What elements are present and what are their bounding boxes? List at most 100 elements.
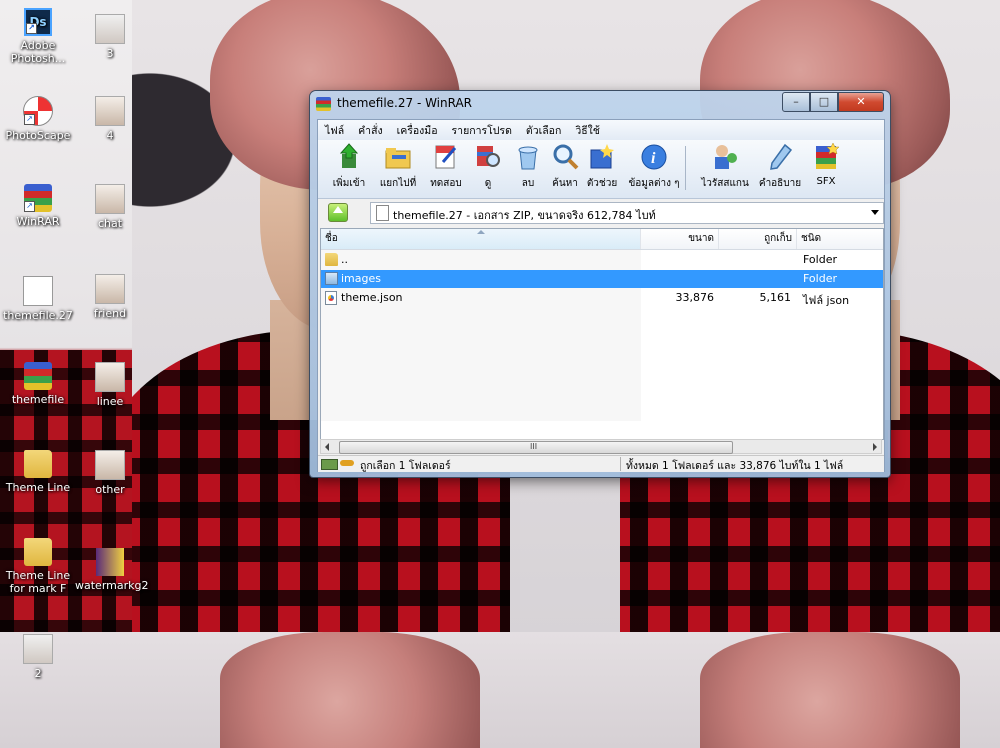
toolbar-label: ไวรัสสแกน: [701, 178, 749, 189]
desktop-icon-label: friend: [93, 307, 127, 320]
horizontal-scrollbar[interactable]: III: [320, 439, 882, 454]
winrar-icon: ↗: [24, 184, 52, 212]
toolbar-delete-button[interactable]: ลบ: [510, 142, 546, 191]
toolbar-label: ดู: [484, 178, 492, 189]
key-icon[interactable]: [340, 460, 354, 466]
menu-commands[interactable]: คำสั่ง: [351, 122, 389, 139]
desktop-icon-label: other: [95, 483, 125, 496]
file-type: Folder: [803, 272, 837, 285]
desktop-icon-2[interactable]: 2: [3, 634, 73, 680]
photoshop-icon: Ds ↗: [24, 8, 52, 36]
extract-to-icon: [383, 142, 413, 172]
desktop-icon-chat[interactable]: chat: [75, 184, 145, 230]
archive-path-dropdown[interactable]: themefile.27 - เอกสาร ZIP, ขนาดจริง 612,…: [370, 202, 884, 224]
column-header-packed[interactable]: ถูกเก็บ: [719, 229, 797, 249]
toolbar-wizard-button[interactable]: ตัวช่วย: [584, 142, 620, 191]
desktop-icon-label: WinRAR: [16, 215, 60, 228]
desktop-icon-theme-line[interactable]: Theme Line: [3, 450, 73, 494]
minimize-button[interactable]: –: [782, 92, 810, 112]
menu-options[interactable]: ตัวเลือก: [519, 122, 568, 139]
toolbar-find-button[interactable]: ค้นหา: [548, 142, 582, 191]
toolbar-separator: [685, 146, 686, 190]
desktop-icon-label: PhotoScape: [5, 129, 71, 142]
desktop-icon-themefile27[interactable]: themefile.27: [3, 276, 73, 322]
up-folder-button[interactable]: [328, 203, 348, 222]
column-header-type[interactable]: ชนิด: [797, 229, 883, 249]
window-client-area: ไฟล์ คำสั่ง เครื่องมือ รายการโปรด ตัวเลื…: [317, 119, 885, 472]
maximize-button[interactable]: □: [810, 92, 838, 112]
desktop-icon-label: watermarkg2: [75, 579, 149, 592]
image-file-icon: [95, 14, 125, 44]
file-row-images[interactable]: images Folder: [321, 270, 883, 288]
desktop-icon-theme-line-for-mark[interactable]: Theme Line for mark F: [3, 538, 73, 595]
desktop-icon-3[interactable]: 3: [75, 14, 145, 60]
scroll-left-icon[interactable]: [325, 443, 329, 451]
sfx-icon: [811, 142, 841, 172]
desktop-icon-other[interactable]: other: [75, 450, 145, 496]
toolbar-sfx-button[interactable]: SFX: [808, 142, 844, 187]
menu-favorites[interactable]: รายการโปรด: [445, 122, 519, 139]
file-name: ..: [341, 253, 348, 266]
info-icon: i: [639, 142, 669, 172]
image-file-icon: [96, 548, 124, 576]
desktop-icon-watermarkg2[interactable]: watermarkg2: [75, 548, 149, 592]
title-bar[interactable]: themefile.27 - WinRAR – □ ✕: [310, 91, 890, 117]
toolbar-extract-button[interactable]: แยกไปที่: [375, 142, 421, 191]
parent-folder-icon: [325, 253, 338, 266]
menu-help[interactable]: วิธีใช้: [568, 122, 607, 139]
toolbar-label: คำอธิบาย: [758, 178, 802, 189]
document-icon: [23, 276, 53, 306]
scroll-right-icon[interactable]: [873, 443, 877, 451]
photoscape-icon: ↗: [23, 96, 53, 126]
close-button[interactable]: ✕: [838, 92, 884, 112]
desktop-icon-linee[interactable]: linee: [75, 362, 145, 408]
image-file-icon: [95, 274, 125, 304]
menu-bar: ไฟล์ คำสั่ง เครื่องมือ รายการโปรด ตัวเลื…: [318, 120, 884, 140]
status-selection: ถูกเลือก 1 โฟลเดอร์: [360, 460, 451, 472]
drive-icon[interactable]: [321, 459, 338, 470]
toolbar-comment-button[interactable]: คำอธิบาย: [756, 142, 804, 191]
toolbar-label: SFX: [816, 176, 836, 187]
image-file-icon: [95, 362, 125, 392]
toolbar-view-button[interactable]: ดู: [470, 142, 506, 191]
file-name: images: [341, 272, 381, 285]
toolbar-label: ข้อมูลต่าง ๆ: [628, 178, 680, 189]
desktop-icon-friend[interactable]: friend: [75, 274, 145, 320]
file-size: 33,876: [675, 291, 715, 304]
add-icon: [334, 142, 364, 172]
toolbar: เพิ่มเข้า แยกไปที่ ทดสอบ ดู ลบ ค้นหา ตัว…: [318, 140, 884, 199]
desktop-icon-4[interactable]: 4: [75, 96, 145, 142]
toolbar-add-button[interactable]: เพิ่มเข้า: [328, 142, 370, 191]
chevron-down-icon[interactable]: [871, 210, 879, 215]
desktop-icon-label: Theme Line for mark F: [5, 569, 71, 595]
menu-tools[interactable]: เครื่องมือ: [390, 122, 445, 139]
wizard-icon: [587, 142, 617, 172]
comment-icon: [765, 142, 795, 172]
file-list: ชื่อ ขนาด ถูกเก็บ ชนิด .. Folder images …: [320, 228, 884, 440]
file-row-parent[interactable]: .. Folder: [321, 251, 883, 269]
desktop-icon-winrar[interactable]: ↗ WinRAR: [3, 184, 73, 228]
toolbar-virusscan-button[interactable]: ไวรัสสแกน: [698, 142, 752, 191]
file-type: ไฟล์ json: [803, 294, 850, 307]
image-file-icon: [95, 450, 125, 480]
column-header-size[interactable]: ขนาด: [641, 229, 719, 249]
status-total: ทั้งหมด 1 โฟลเดอร์ และ 33,876 ไบท์ใน 1 ไ…: [626, 460, 844, 472]
scrollbar-grip: III: [530, 442, 538, 451]
test-icon: [431, 142, 461, 172]
toolbar-label: เพิ่มเข้า: [332, 178, 366, 189]
menu-file[interactable]: ไฟล์: [318, 122, 351, 139]
toolbar-test-button[interactable]: ทดสอบ: [426, 142, 466, 191]
find-icon: [550, 142, 580, 172]
address-bar: themefile.27 - เอกสาร ZIP, ขนาดจริง 612,…: [318, 199, 884, 226]
toolbar-label: ลบ: [521, 178, 535, 189]
file-row-theme-json[interactable]: theme.json 33,876 5,161 ไฟล์ json: [321, 289, 883, 307]
desktop-icon-photoscape[interactable]: ↗ PhotoScape: [3, 96, 73, 142]
desktop-icon-themefile[interactable]: themefile: [3, 362, 73, 406]
file-type: Folder: [803, 253, 837, 266]
scrollbar-thumb[interactable]: III: [339, 441, 733, 454]
status-bar: ถูกเลือก 1 โฟลเดอร์ ทั้งหมด 1 โฟลเดอร์ แ…: [318, 455, 884, 472]
toolbar-info-button[interactable]: i ข้อมูลต่าง ๆ: [626, 142, 682, 191]
desktop-icon-photoshop[interactable]: Ds ↗ Adobe Photosh...: [3, 8, 73, 65]
folder-icon: [325, 272, 338, 285]
column-header-name[interactable]: ชื่อ: [321, 229, 641, 249]
